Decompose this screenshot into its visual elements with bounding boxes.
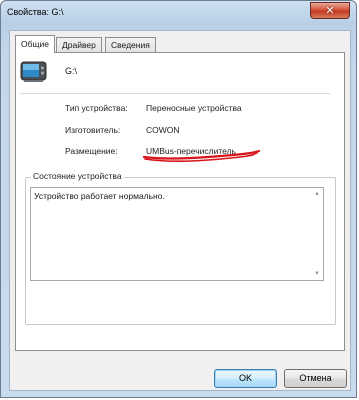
tab-details[interactable]: Сведения bbox=[105, 37, 156, 52]
separator bbox=[20, 93, 330, 94]
device-name: G:\ bbox=[65, 66, 78, 76]
close-button[interactable]: ✕ bbox=[310, 2, 350, 19]
location-label: Размещение: bbox=[65, 146, 118, 156]
tab-driver-label: Драйвер bbox=[62, 40, 96, 50]
scroll-up-arrow-icon[interactable]: ▲ bbox=[313, 190, 321, 198]
title-bar[interactable]: Свойства: G:\ ✕ bbox=[1, 1, 356, 23]
scroll-down-arrow-icon[interactable]: ▼ bbox=[313, 270, 321, 278]
tab-details-label: Сведения bbox=[111, 40, 150, 50]
device-type-value: Переносные устройства bbox=[146, 103, 242, 113]
device-status-label: Состояние устройства bbox=[31, 171, 124, 181]
device-status-textbox[interactable]: Устройство работает нормально. ▲ ▼ bbox=[30, 187, 324, 281]
cancel-button[interactable]: Отмена bbox=[284, 369, 347, 388]
device-status-text: Устройство работает нормально. bbox=[34, 191, 165, 201]
portable-device-icon bbox=[20, 61, 47, 82]
device-type-label: Тип устройства: bbox=[65, 103, 128, 113]
manufacturer-label: Изготовитель: bbox=[65, 125, 121, 135]
close-icon: ✕ bbox=[325, 5, 335, 17]
tab-general[interactable]: Общие bbox=[15, 35, 55, 53]
properties-dialog: Свойства: G:\ ✕ Общие Драйвер Сведения G… bbox=[0, 0, 357, 398]
red-underline-annotation bbox=[142, 149, 261, 163]
manufacturer-value: COWON bbox=[146, 125, 180, 135]
ok-button[interactable]: OK bbox=[214, 369, 277, 388]
window-title: Свойства: G:\ bbox=[7, 7, 64, 17]
tab-driver[interactable]: Драйвер bbox=[56, 37, 102, 52]
tab-general-label: Общие bbox=[21, 39, 49, 49]
